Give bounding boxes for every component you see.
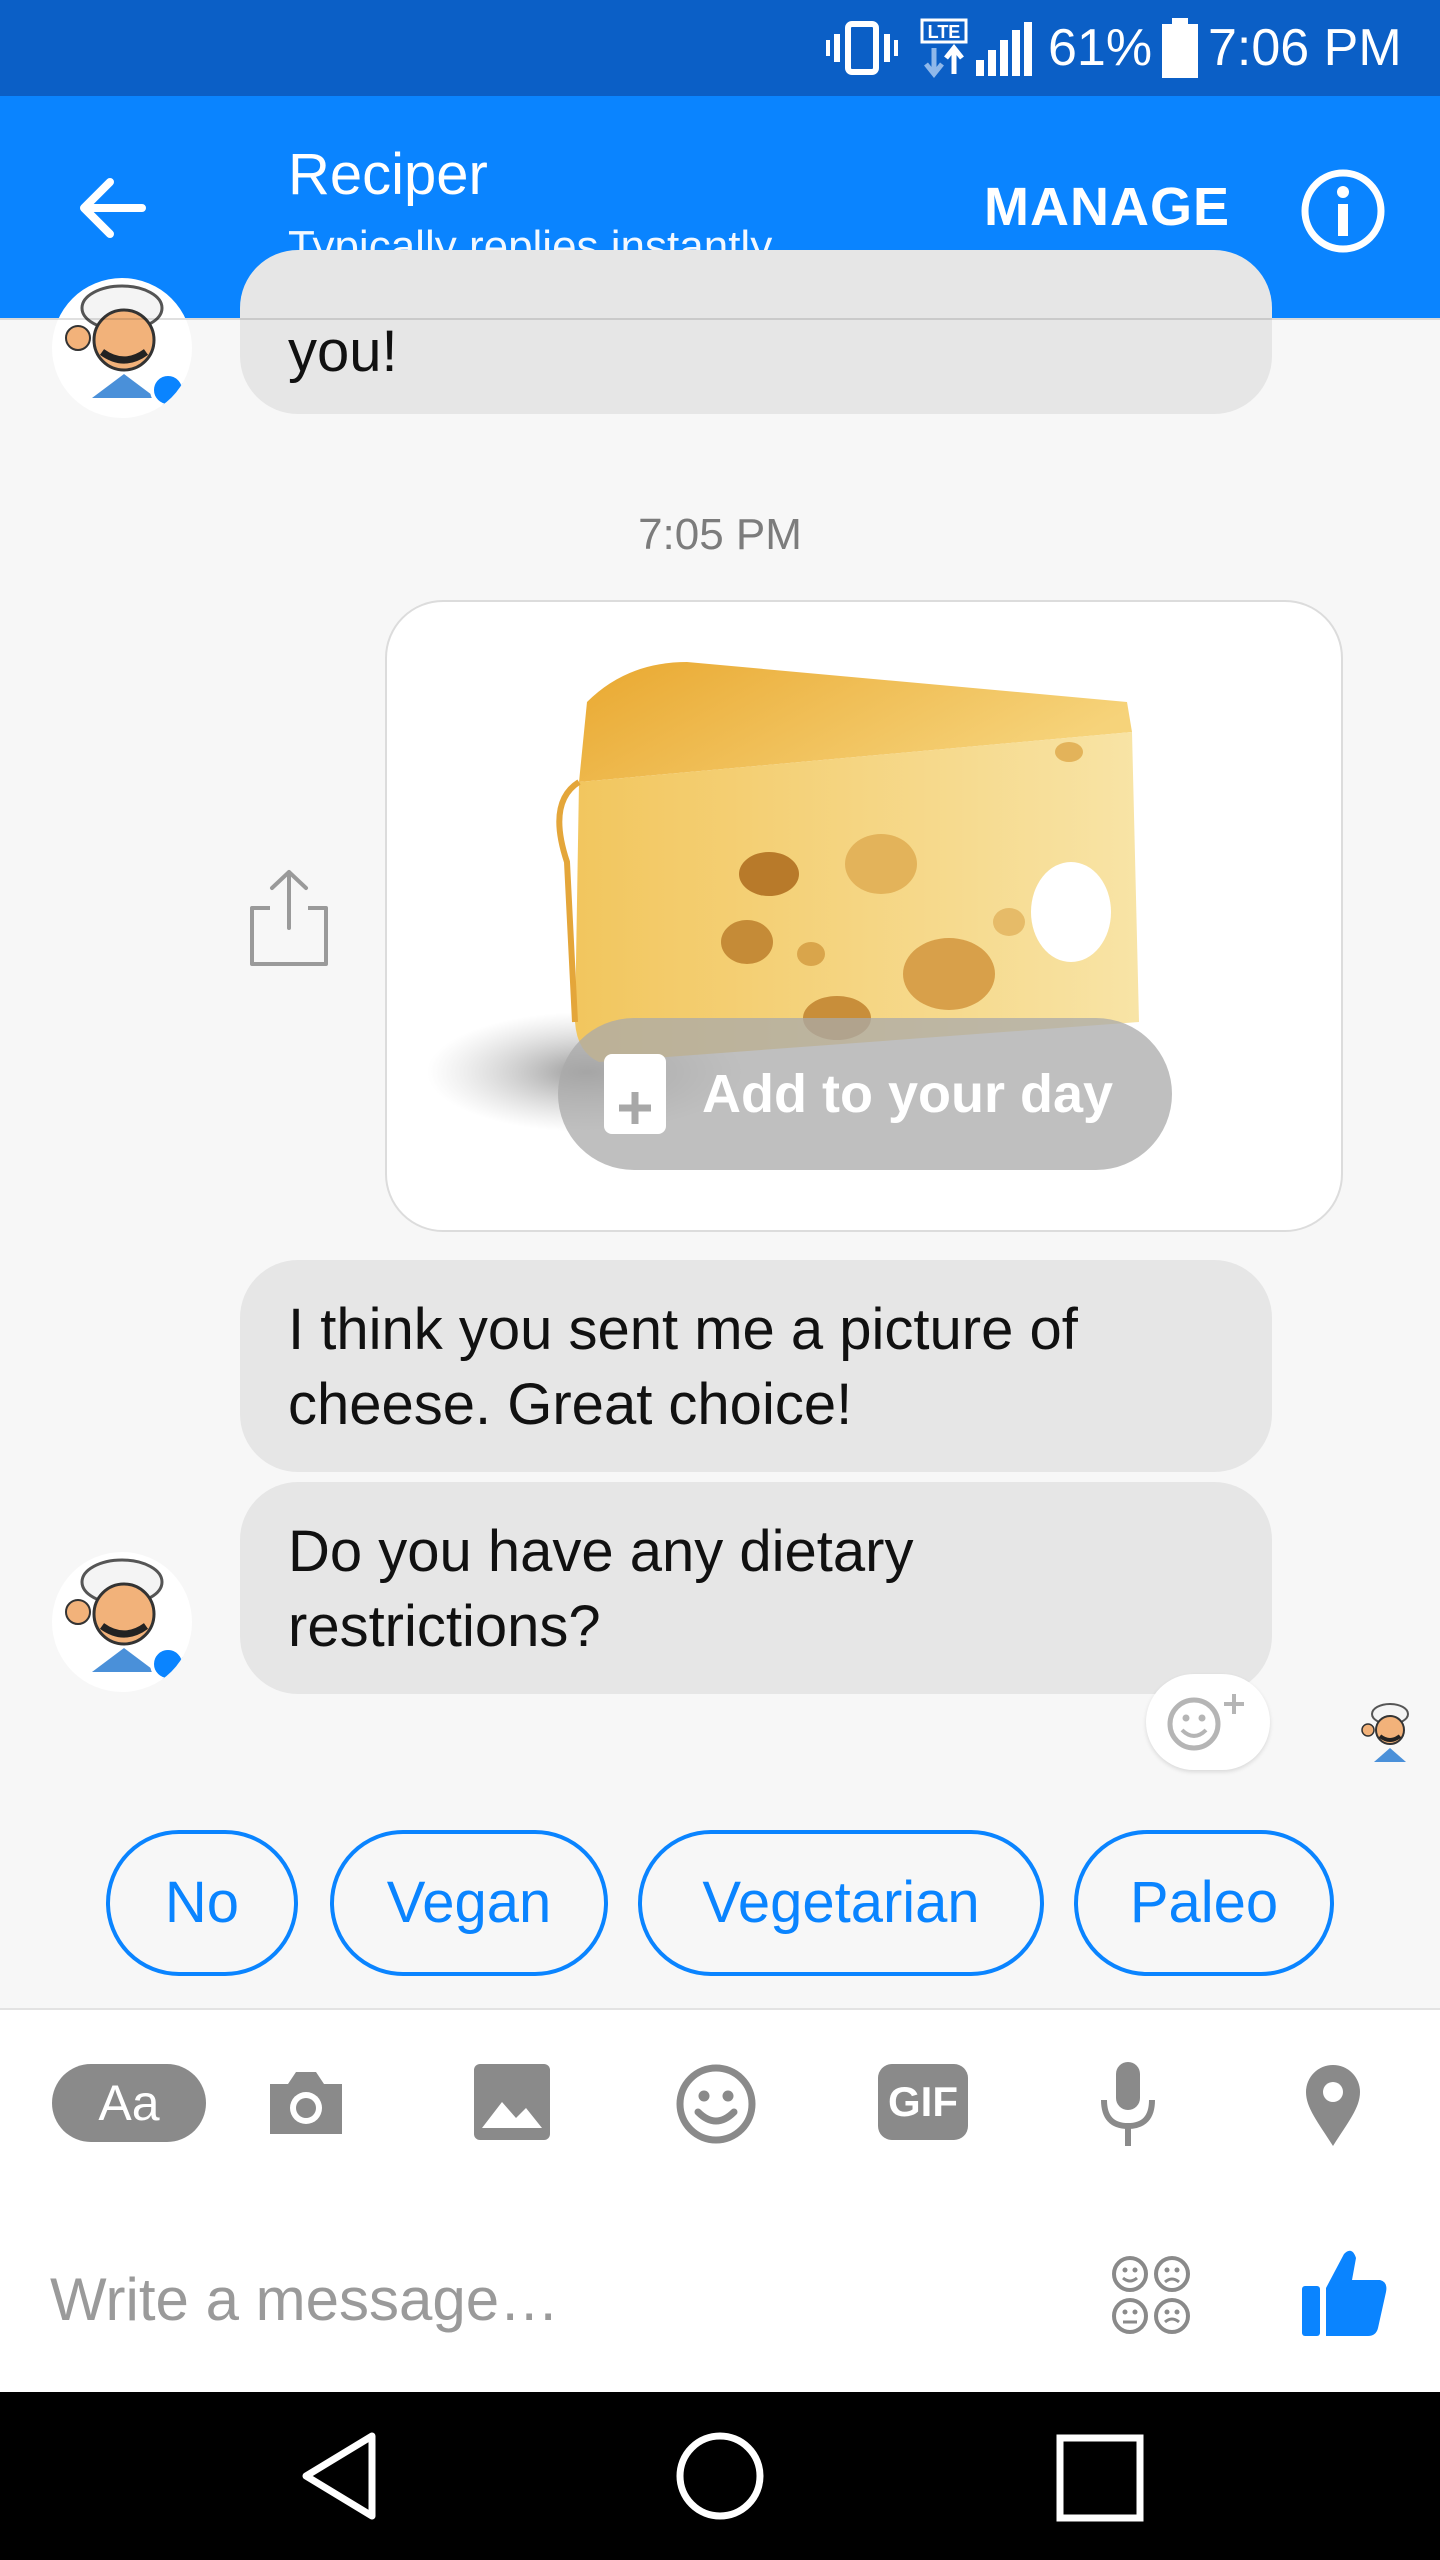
text-format-button[interactable]: Aa	[52, 2064, 206, 2142]
message-bubble: Do you have any dietary restrictions?	[240, 1482, 1272, 1694]
nav-back-icon[interactable]	[298, 2430, 380, 2527]
plus-icon	[604, 1054, 666, 1134]
battery-percent: 61%	[1048, 19, 1153, 77]
back-arrow-icon[interactable]	[70, 166, 154, 255]
image-gallery-icon[interactable]	[472, 2062, 552, 2147]
quick-reply-vegan[interactable]: Vegan	[330, 1830, 608, 1976]
chat-title: Reciper	[288, 142, 488, 207]
add-reaction-button[interactable]	[1146, 1674, 1270, 1770]
message-timestamp: 7:05 PM	[638, 510, 802, 559]
share-icon[interactable]	[246, 866, 332, 975]
quick-reply-vegetarian[interactable]: Vegetarian	[638, 1830, 1044, 1976]
lte-icon: LTE	[920, 18, 968, 78]
quick-reply-paleo[interactable]: Paleo	[1074, 1830, 1334, 1976]
read-receipt-avatar	[1358, 1700, 1418, 1766]
battery-icon	[1162, 18, 1198, 78]
bot-avatar[interactable]	[52, 1552, 192, 1692]
emoji-plus-icon	[1162, 1688, 1258, 1759]
bot-avatar[interactable]	[52, 278, 192, 418]
gif-button[interactable]: GIF	[878, 2064, 968, 2140]
vibrate-icon	[826, 20, 898, 76]
manage-button[interactable]: MANAGE	[984, 174, 1230, 240]
svg-text:LTE: LTE	[928, 22, 961, 42]
status-time: 7:06 PM	[1208, 19, 1402, 77]
message-text: I think you sent me a picture of cheese.…	[288, 1297, 1078, 1437]
message-text: Do you have any dietary restrictions?	[288, 1519, 914, 1659]
status-bar: LTE 61% 7:06 PM	[0, 0, 1440, 96]
message-text: you!	[288, 319, 398, 384]
like-thumbs-up-icon[interactable]	[1300, 2246, 1390, 2343]
nav-recents-icon[interactable]	[1056, 2434, 1144, 2527]
info-icon[interactable]	[1300, 168, 1386, 259]
add-to-day-button[interactable]: Add to your day	[558, 1018, 1172, 1170]
quick-reply-no[interactable]: No	[106, 1830, 298, 1976]
text-format-label: Aa	[98, 2075, 160, 2131]
emoji-icon[interactable]	[674, 2062, 758, 2151]
message-bubble-previous: you!	[240, 250, 1272, 414]
signal-icon	[976, 22, 1032, 76]
stickers-icon[interactable]	[1110, 2254, 1194, 2343]
app-bar-shadow	[0, 318, 1440, 320]
system-nav-bar	[0, 2392, 1440, 2560]
add-to-day-label: Add to your day	[702, 1064, 1114, 1124]
microphone-icon[interactable]	[1098, 2058, 1158, 2155]
nav-home-icon[interactable]	[674, 2430, 766, 2527]
camera-icon[interactable]	[264, 2060, 348, 2149]
message-input[interactable]	[50, 2262, 1070, 2338]
location-pin-icon[interactable]	[1300, 2060, 1366, 2153]
message-bubble: I think you sent me a picture of cheese.…	[240, 1260, 1272, 1472]
gif-label: GIF	[888, 2078, 958, 2125]
